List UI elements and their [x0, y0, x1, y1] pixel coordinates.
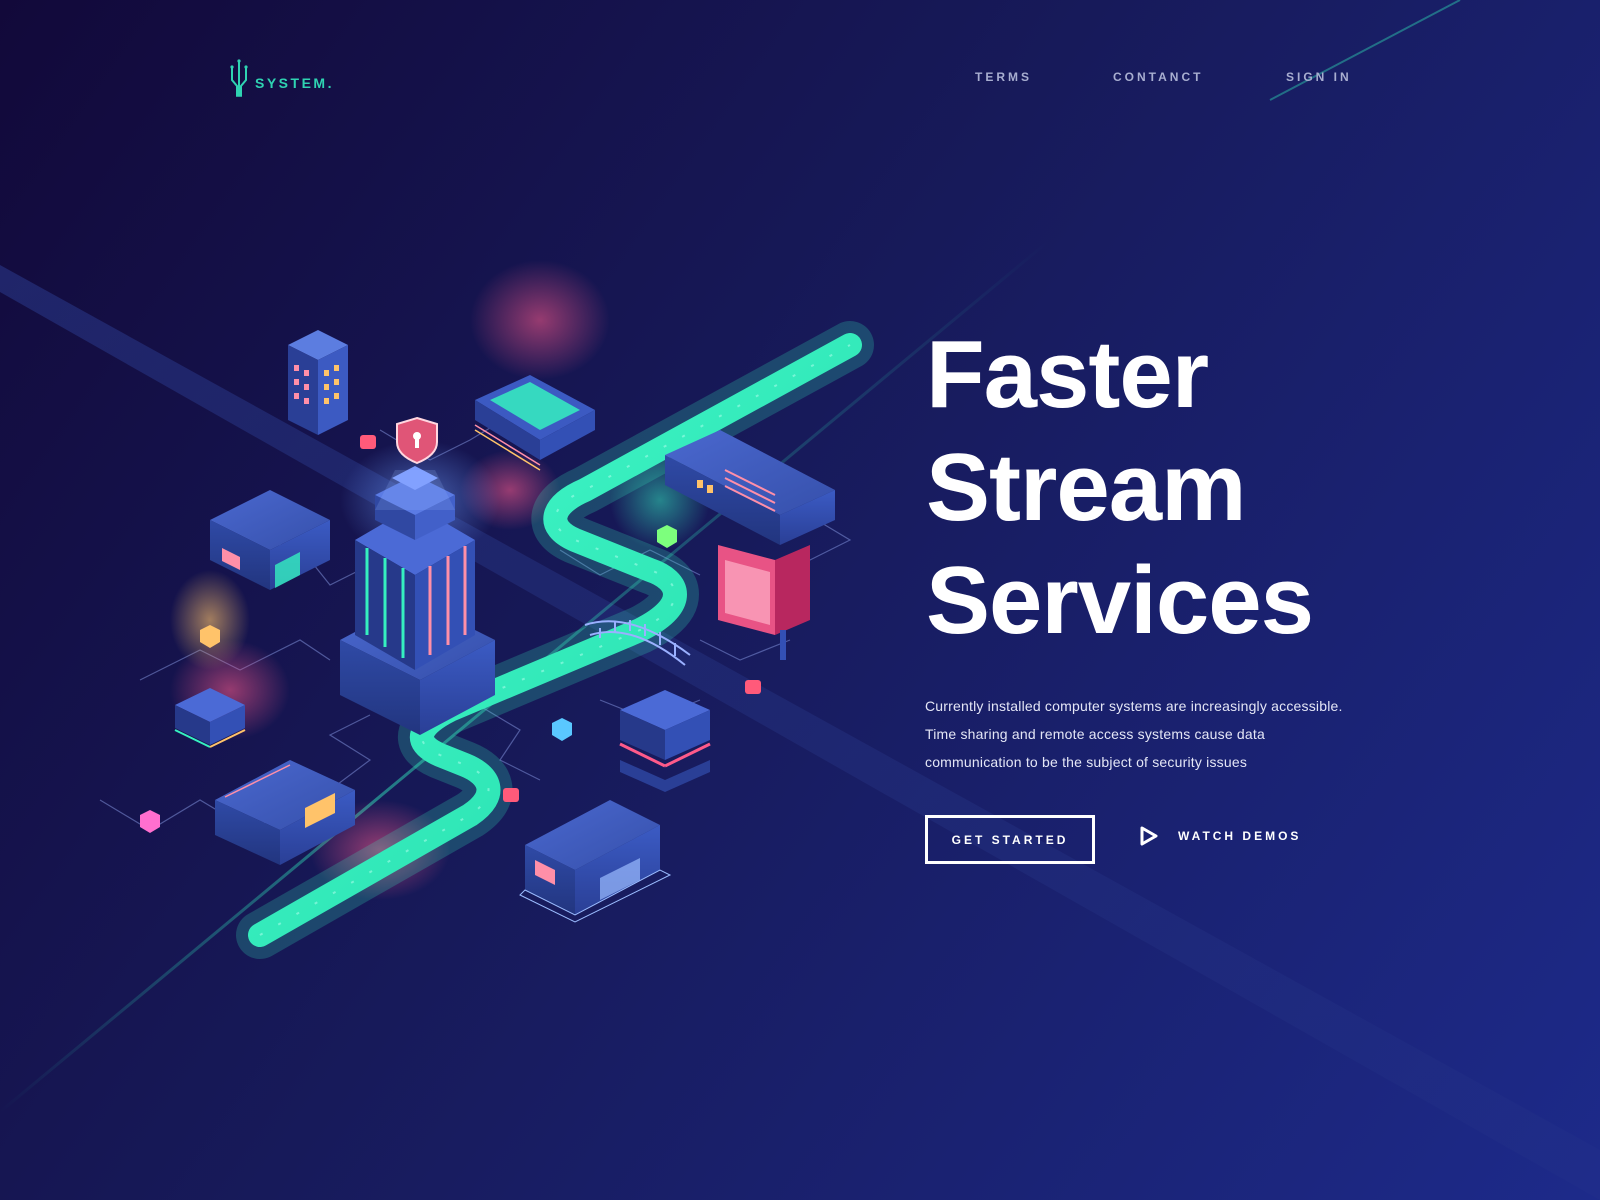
cube-stack	[619, 690, 711, 792]
play-icon	[1140, 826, 1158, 846]
storefront-building	[519, 800, 672, 923]
hero-title-line-1: Faster	[926, 321, 1209, 428]
hero-description-line-3: communication to be the subject of secur…	[925, 754, 1248, 770]
warehouse-building	[210, 490, 330, 590]
hero-description: Currently installed computer systems are…	[925, 692, 1395, 776]
billboard	[718, 545, 810, 660]
hero-title: Faster Stream Services	[926, 318, 1486, 657]
hero-description-line-1: Currently installed computer systems are…	[925, 698, 1343, 714]
hero-section: Faster Stream Services	[926, 318, 1486, 657]
watch-demos-button[interactable]: WATCH DEMOS	[1140, 826, 1301, 846]
hero-title-line-3: Services	[926, 547, 1314, 654]
hero-description-line-2: Time sharing and remote access systems c…	[925, 726, 1265, 742]
get-started-button[interactable]: GET STARTED	[925, 815, 1095, 864]
office-building	[288, 330, 348, 435]
watch-demos-label: WATCH DEMOS	[1178, 829, 1302, 843]
hero-title-line-2: Stream	[926, 434, 1247, 541]
